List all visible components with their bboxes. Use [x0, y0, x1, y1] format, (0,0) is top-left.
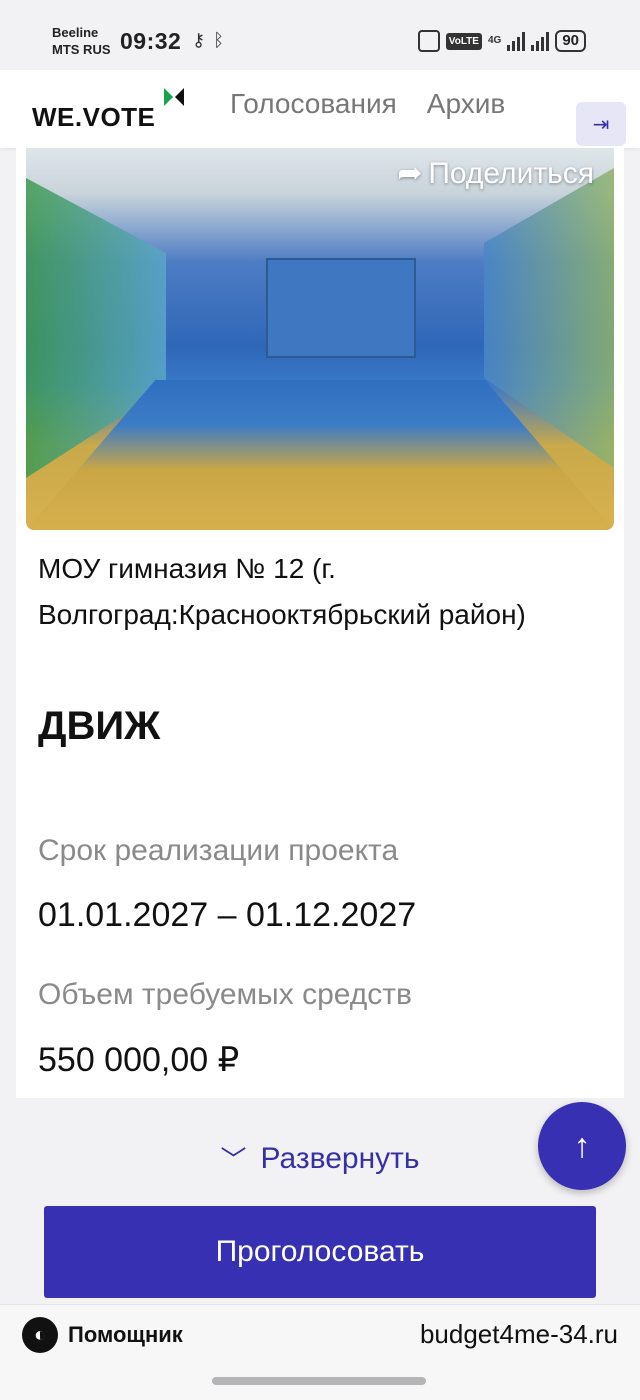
- battery-icon: 90: [555, 30, 586, 52]
- bluetooth-icon: ᛒ: [213, 30, 224, 50]
- signal-icon: [507, 31, 526, 51]
- main-nav: Голосования Архив: [230, 88, 550, 120]
- nav-item-archive[interactable]: Архив: [427, 88, 505, 120]
- chevron-down-icon: ﹀: [220, 1145, 247, 1175]
- assistant-icon: ◐: [22, 1317, 58, 1353]
- signal-2-icon: [531, 31, 550, 51]
- carrier-names: Beeline MTS RUS: [52, 24, 111, 58]
- arrow-up-icon: ↑: [573, 1126, 591, 1165]
- funds-label: Объем требуемых средств: [38, 978, 412, 1011]
- volte-icon: VoLTE: [445, 32, 482, 50]
- share-label: Поделиться: [428, 156, 594, 190]
- project-photo: ➦ Поделиться: [26, 148, 614, 530]
- login-button[interactable]: ⇥: [576, 102, 626, 146]
- share-button[interactable]: ➦ Поделиться: [397, 156, 594, 191]
- logo-mark-icon: [164, 88, 184, 106]
- clock: 09:32: [120, 28, 182, 54]
- term-value: 01.01.2027 – 01.12.2027: [38, 896, 417, 934]
- logo[interactable]: WE.VOTE: [32, 102, 155, 133]
- carrier-2: MTS RUS: [52, 42, 111, 57]
- project-title: ДВИЖ: [38, 704, 161, 748]
- funds-value: 550 000,00 ₽: [38, 1041, 240, 1079]
- vote-button[interactable]: Проголосовать: [44, 1206, 596, 1298]
- scroll-top-button[interactable]: ↑: [538, 1102, 626, 1190]
- vibrate-icon: [417, 30, 440, 52]
- assistant-button[interactable]: ◐ Помощник: [22, 1317, 183, 1353]
- site-header: WE.VOTE Голосования Архив ⇥: [0, 70, 640, 148]
- assistant-label: Помощник: [68, 1322, 183, 1347]
- home-indicator[interactable]: [212, 1377, 426, 1385]
- project-card: ➦ Поделиться МОУ гимназия № 12 (г. Волго…: [16, 148, 624, 1098]
- browser-footer: ◐ Помощник budget4me-34.ru: [0, 1304, 640, 1400]
- school-name: МОУ гимназия № 12 (г. Волгоград:Красноок…: [38, 553, 526, 630]
- term-label: Срок реализации проекта: [38, 834, 399, 867]
- nav-item-votes[interactable]: Голосования: [230, 88, 397, 120]
- status-icons-right: VoLTE 4G 90: [417, 30, 586, 52]
- lte-icon: 4G: [487, 35, 502, 46]
- status-icons-left: ⚷ ᛒ: [192, 30, 224, 51]
- login-icon: ⇥: [592, 113, 610, 136]
- expand-label: Развернуть: [260, 1141, 420, 1175]
- key-icon: ⚷: [192, 30, 206, 50]
- carrier-1: Beeline: [52, 25, 99, 40]
- share-icon: ➦: [397, 157, 423, 190]
- status-bar: Beeline MTS RUS 09:32 ⚷ ᛒ VoLTE 4G 90: [0, 0, 640, 70]
- page-domain[interactable]: budget4me-34.ru: [420, 1319, 618, 1350]
